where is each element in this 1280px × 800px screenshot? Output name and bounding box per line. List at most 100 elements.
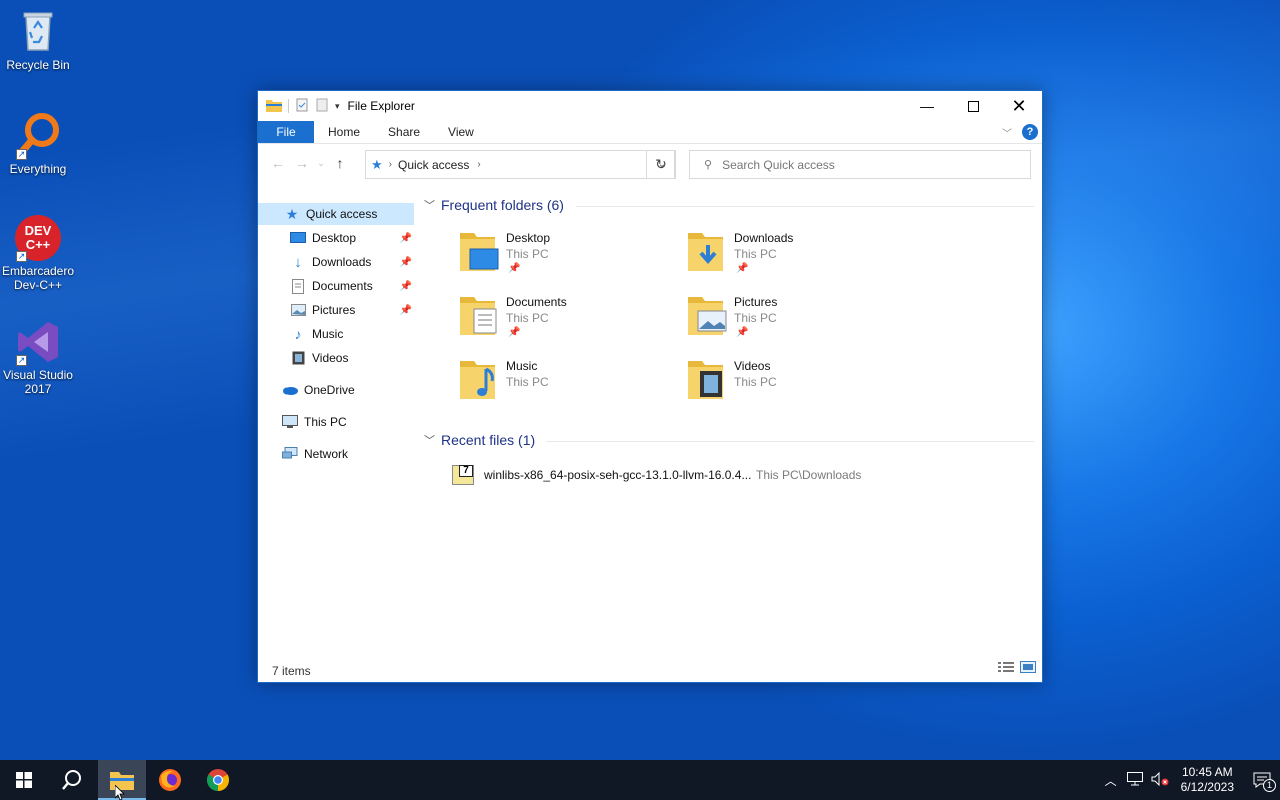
ribbon-tabs: File Home Share View ﹀ ?	[258, 121, 1042, 144]
properties-icon[interactable]	[295, 98, 309, 115]
folder-name: Pictures	[734, 295, 778, 309]
nav-item-quick-access[interactable]: ★ Quick access	[258, 203, 414, 225]
pin-icon[interactable]: 📌	[400, 233, 412, 244]
recent-file-row[interactable]: 7 winlibs-x86_64-posix-seh-gcc-13.1.0-ll…	[452, 463, 1042, 487]
7zip-archive-icon: 7	[452, 465, 474, 485]
navigation-pane: ★ Quick access Desktop 📌 ↓ Downloads 📌 D…	[258, 203, 416, 663]
minimize-button[interactable]: —	[904, 91, 950, 121]
forward-arrow-icon[interactable]: →	[290, 155, 314, 171]
large-icons-view-icon[interactable]	[1020, 661, 1036, 676]
address-bar[interactable]: ★ › Quick access › ⌄	[365, 150, 675, 179]
recent-files-header[interactable]: ﹀ Recent files (1)	[424, 432, 535, 448]
folder-location: This PC	[506, 375, 549, 389]
network-tray-icon[interactable]	[1126, 771, 1143, 789]
firefox-icon	[159, 769, 181, 791]
clock-date: 6/12/2023	[1180, 780, 1234, 794]
nav-item-onedrive[interactable]: OneDrive	[282, 379, 414, 401]
pin-icon[interactable]: 📌	[400, 305, 412, 316]
mouse-cursor-icon	[115, 785, 125, 800]
taskbar-chrome[interactable]	[194, 760, 242, 800]
nav-item-network[interactable]: Network	[282, 443, 414, 465]
folder-tile-music[interactable]: Music This PC	[458, 357, 668, 417]
nav-label: This PC	[304, 415, 347, 429]
shortcut-arrow-icon: ↗	[16, 149, 27, 160]
title-bar[interactable]: ▾ File Explorer — ✕	[258, 91, 1042, 121]
clock[interactable]: 10:45 AM 6/12/2023	[1181, 765, 1234, 795]
nav-label: Music	[312, 327, 344, 341]
search-placeholder: Search Quick access	[722, 157, 835, 172]
tab-home[interactable]: Home	[314, 121, 374, 143]
nav-label: Quick access	[306, 207, 378, 221]
group-header-label: Frequent folders (6)	[441, 197, 564, 213]
refresh-button[interactable]: ↻	[646, 150, 676, 179]
nav-label: Videos	[312, 351, 349, 365]
notification-count-badge: 1	[1263, 779, 1276, 792]
nav-item-desktop[interactable]: Desktop 📌	[290, 227, 414, 249]
start-button[interactable]	[0, 760, 48, 800]
recent-file-path: This PC\Downloads	[756, 468, 862, 482]
navigation-bar: ← → ⌄ ↑ ★ › Quick access › ⌄ ↻ ⚲ Search …	[258, 144, 1042, 182]
frequent-folders-header[interactable]: ﹀ Frequent folders (6)	[424, 197, 564, 213]
close-button[interactable]: ✕	[996, 91, 1042, 121]
pin-icon: 📌	[736, 327, 749, 338]
desktop-icon-devcpp[interactable]: DEV C++ ↗ Embarcadero Dev-C++	[0, 214, 76, 292]
documents-icon	[290, 278, 306, 294]
file-explorer-icon	[266, 98, 282, 115]
up-arrow-icon[interactable]: ↑	[328, 155, 352, 171]
nav-label: Downloads	[312, 255, 372, 269]
refresh-icon: ↻	[655, 156, 667, 172]
help-button[interactable]: ?	[1022, 124, 1038, 140]
maximize-icon	[967, 100, 979, 112]
taskbar: ︿ 10:45 AM 6/12/2023 1	[0, 760, 1280, 800]
collapse-chevron-icon[interactable]: ﹀	[424, 197, 435, 213]
desktop-icon-visual-studio[interactable]: ↗ Visual Studio 2017	[0, 318, 76, 396]
pictures-icon	[290, 302, 306, 318]
tab-file[interactable]: File	[258, 121, 314, 143]
desktop-icon-recycle-bin[interactable]: Recycle Bin	[0, 8, 76, 72]
videos-folder-icon	[688, 361, 723, 399]
nav-item-music[interactable]: ♪ Music	[290, 323, 414, 345]
folder-tile-videos[interactable]: Videos This PC	[686, 357, 896, 417]
back-arrow-icon[interactable]: ←	[266, 155, 290, 171]
taskbar-search-button[interactable]	[48, 760, 96, 800]
nav-item-this-pc[interactable]: This PC	[282, 411, 414, 433]
tab-view[interactable]: View	[434, 121, 488, 143]
desktop-folder-icon	[460, 233, 499, 271]
nav-item-documents[interactable]: Documents 📌	[290, 275, 414, 297]
music-note-icon: ♪	[294, 326, 302, 342]
collapse-chevron-icon[interactable]: ﹀	[424, 432, 435, 448]
desktop-icon-label: Visual Studio 2017	[3, 368, 73, 396]
visual-studio-icon: ↗	[14, 318, 62, 366]
folder-tile-downloads[interactable]: Downloads This PC 📌	[686, 229, 896, 289]
downloads-arrow-icon: ↓	[294, 253, 302, 271]
customize-toolbar-chevron-icon[interactable]: ▾	[335, 101, 340, 112]
folder-tile-documents[interactable]: Documents This PC 📌	[458, 293, 668, 353]
search-icon: ⚲	[704, 159, 713, 171]
desktop-icon-everything[interactable]: ↗ Everything	[0, 112, 76, 176]
new-folder-icon[interactable]	[315, 98, 329, 115]
recent-locations-chevron-icon[interactable]: ⌄	[314, 158, 328, 169]
window-title: File Explorer	[347, 99, 415, 113]
folder-tile-pictures[interactable]: Pictures This PC 📌	[686, 293, 896, 353]
taskbar-firefox[interactable]	[146, 760, 194, 800]
nav-item-downloads[interactable]: ↓ Downloads 📌	[290, 251, 414, 273]
details-view-icon[interactable]	[998, 661, 1014, 676]
expand-ribbon-chevron-icon[interactable]: ﹀	[1002, 125, 1012, 140]
nav-item-videos[interactable]: Videos	[290, 347, 414, 369]
show-hidden-icons-chevron-icon[interactable]: ︿	[1105, 772, 1117, 789]
desktop-icon-label: Everything	[9, 162, 67, 176]
pin-icon[interactable]: 📌	[400, 257, 412, 268]
breadcrumb-quick-access[interactable]: Quick access	[398, 158, 469, 172]
volume-muted-icon[interactable]	[1151, 771, 1169, 789]
folder-tile-desktop[interactable]: Desktop This PC 📌	[458, 229, 668, 289]
search-icon	[62, 770, 81, 790]
maximize-button[interactable]	[950, 91, 996, 121]
pin-icon[interactable]: 📌	[400, 281, 412, 292]
breadcrumb-separator-icon[interactable]: ›	[477, 159, 480, 170]
search-input[interactable]: ⚲ Search Quick access	[689, 150, 1031, 179]
tab-share[interactable]: Share	[374, 121, 434, 143]
nav-item-pictures[interactable]: Pictures 📌	[290, 299, 414, 321]
downloads-folder-icon	[688, 233, 723, 271]
system-tray: ︿ 10:45 AM 6/12/2023 1	[1105, 760, 1280, 800]
action-center-button[interactable]: 1	[1244, 760, 1280, 800]
